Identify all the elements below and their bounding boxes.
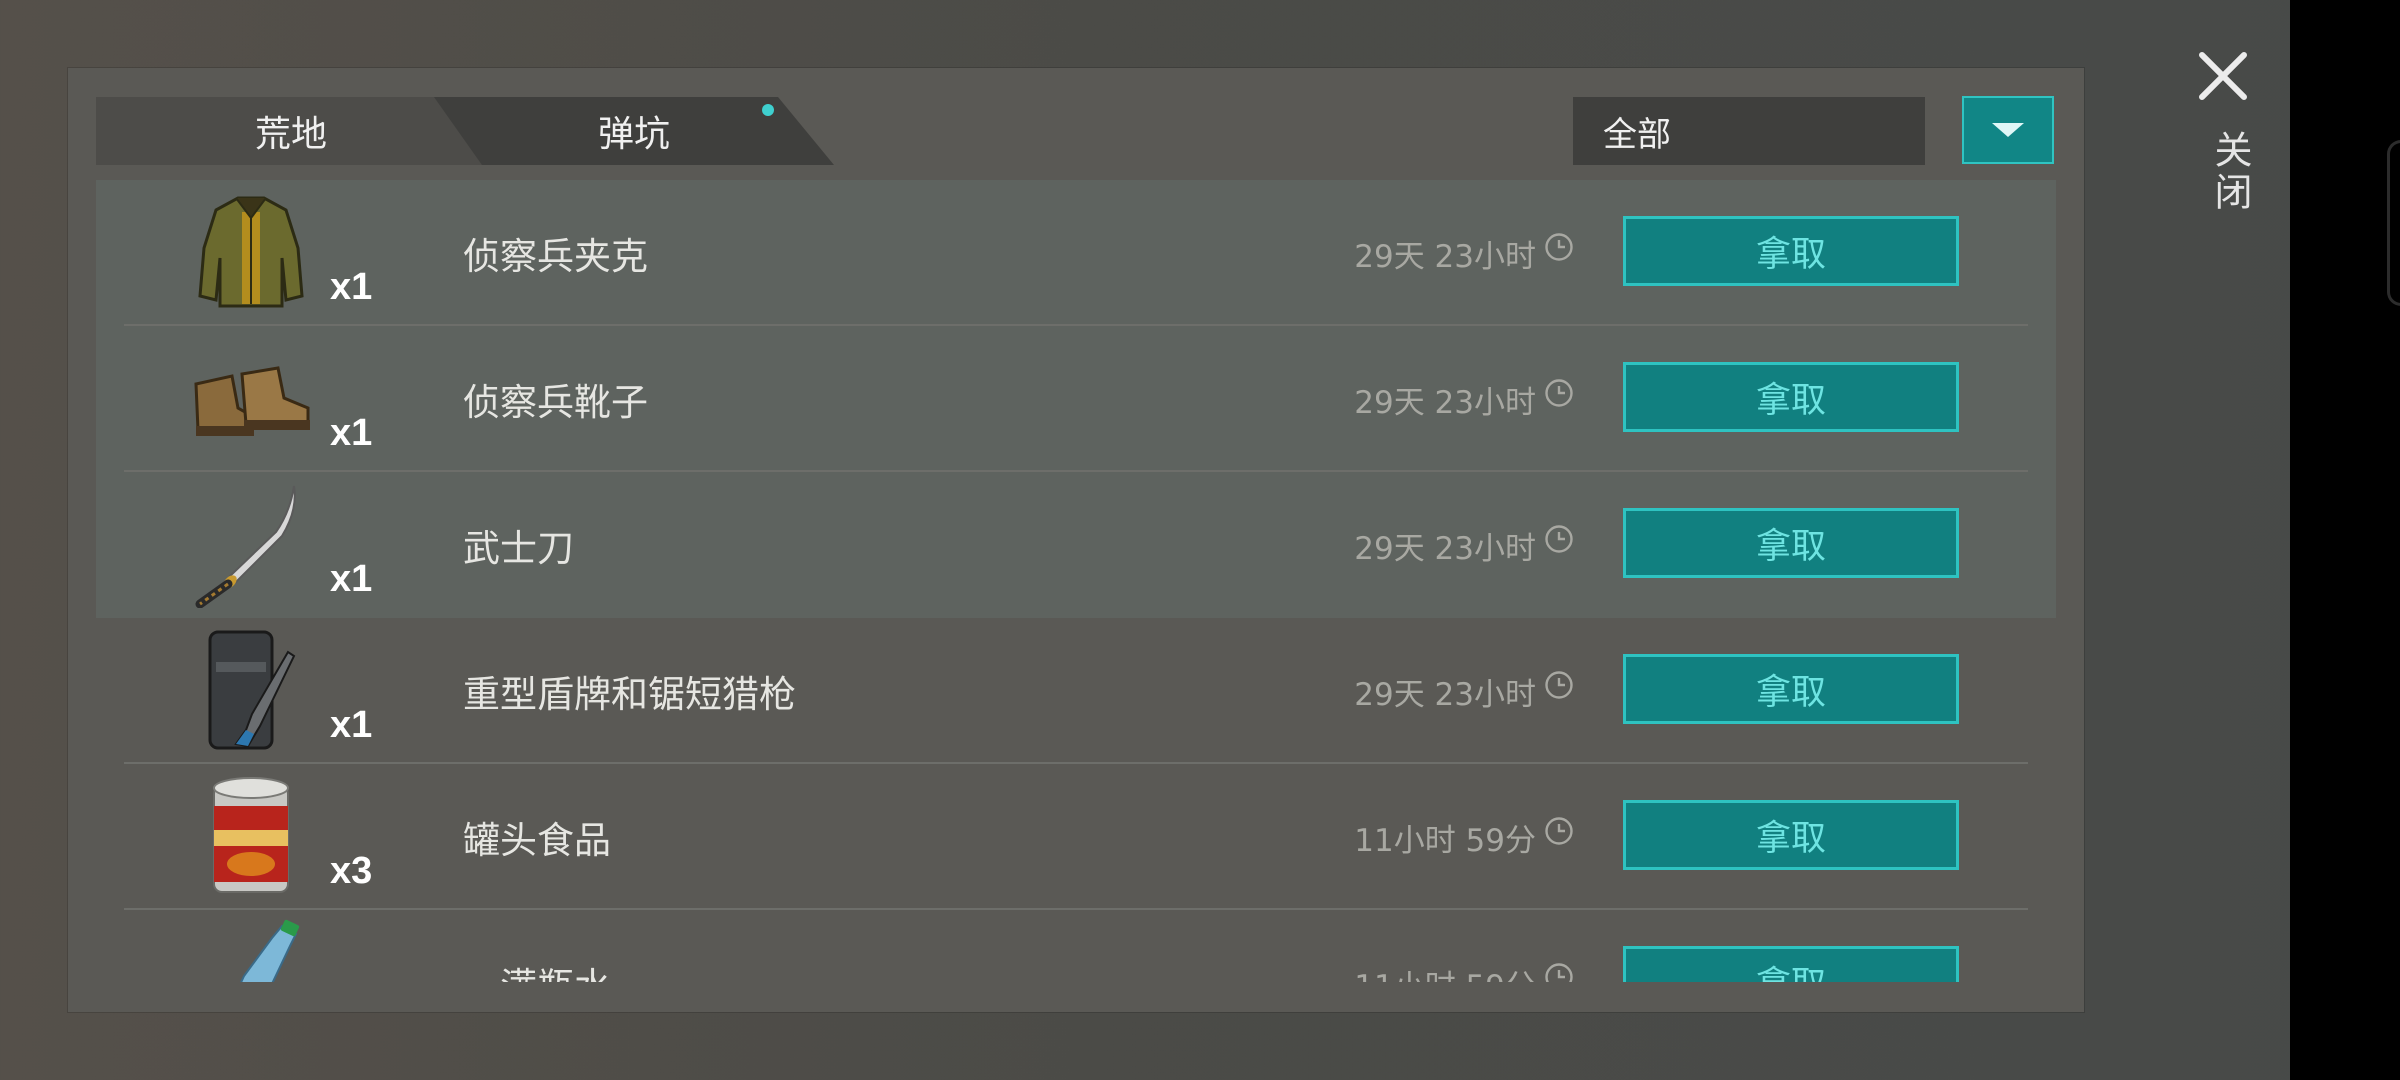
filter-dropdown[interactable]: 全部 xyxy=(1573,97,1925,165)
screen-edge-bar xyxy=(2290,0,2400,1080)
item-name: 侦察兵夹克 xyxy=(463,235,648,278)
take-button[interactable]: 拿取 xyxy=(1623,654,1959,724)
canned-food-icon xyxy=(213,777,289,893)
item-quantity: x1 xyxy=(330,704,373,746)
clock-icon xyxy=(1545,671,1573,699)
list-item: x3 罐头食品 11小时 59分 拿取 xyxy=(96,764,2056,910)
chevron-down-icon xyxy=(1992,123,2024,137)
tab-wasteland-label: 荒地 xyxy=(254,114,327,155)
take-button[interactable]: 拿取 xyxy=(1623,800,1959,870)
item-quantity: x1 xyxy=(330,412,373,454)
item-expire-time: 29天 23小时 xyxy=(1354,677,1536,713)
clock-icon xyxy=(1545,233,1573,261)
clock-icon xyxy=(1545,379,1573,407)
list-item: 一满瓶水 11小时 59分 拿取 xyxy=(96,910,2056,982)
item-expire-time: 29天 23小时 xyxy=(1354,239,1536,275)
list-item: x1 重型盾牌和锯短猎枪 29天 23小时 拿取 xyxy=(96,618,2056,764)
item-name: 武士刀 xyxy=(463,527,574,570)
katana-icon xyxy=(195,485,296,608)
list-item: x1 侦察兵夹克 29天 23小时 拿取 xyxy=(96,180,2056,326)
item-name: 罐头食品 xyxy=(463,819,611,862)
close-label[interactable]: 关闭 xyxy=(2203,130,2258,214)
jacket-icon xyxy=(198,196,304,308)
list-item: x1 武士刀 29天 23小时 拿取 xyxy=(96,472,2056,618)
clock-icon xyxy=(1545,963,1573,982)
tab-wasteland[interactable]: 荒地 xyxy=(96,97,486,165)
item-list[interactable]: x1 侦察兵夹克 29天 23小时 拿取 x1 侦察兵靴子 29天 23小时 拿… xyxy=(96,180,2056,982)
item-quantity: x1 xyxy=(330,558,373,600)
notification-dot xyxy=(762,104,774,116)
item-expire-time: 29天 23小时 xyxy=(1354,531,1536,567)
item-expire-time: 11小时 59分 xyxy=(1354,823,1536,859)
close-icon[interactable] xyxy=(2197,50,2249,102)
item-name: 侦察兵靴子 xyxy=(463,381,648,424)
shield-shotgun-icon xyxy=(208,630,296,750)
filter-selected-value: 全部 xyxy=(1603,114,1671,155)
item-expire-time: 29天 23小时 xyxy=(1354,385,1536,421)
list-item: x1 侦察兵靴子 29天 23小时 拿取 xyxy=(96,326,2056,472)
tab-crater[interactable]: 弹坑 xyxy=(434,97,834,165)
item-quantity: x1 xyxy=(330,266,373,308)
stash-panel: 荒地 弹坑 全部 x1 侦察兵夹克 29天 23小时 拿取 x1 侦察兵靴子 2… xyxy=(68,68,2084,1012)
side-handle xyxy=(2387,140,2400,306)
boots-icon xyxy=(194,366,310,436)
item-quantity: x3 xyxy=(330,850,373,892)
take-button[interactable]: 拿取 xyxy=(1623,216,1959,286)
take-button[interactable]: 拿取 xyxy=(1623,362,1959,432)
clock-icon xyxy=(1545,817,1573,845)
water-bottle-icon xyxy=(240,919,300,982)
clock-icon xyxy=(1545,525,1573,553)
take-button[interactable]: 拿取 xyxy=(1623,508,1959,578)
item-name: 重型盾牌和锯短猎枪 xyxy=(463,673,796,716)
tab-crater-label: 弹坑 xyxy=(597,114,670,155)
filter-dropdown-button[interactable] xyxy=(1962,96,2054,164)
take-button[interactable]: 拿取 xyxy=(1623,946,1959,982)
item-expire-time: 11小时 59分 xyxy=(1236,961,1536,982)
item-name: 一满瓶水 xyxy=(463,956,611,982)
